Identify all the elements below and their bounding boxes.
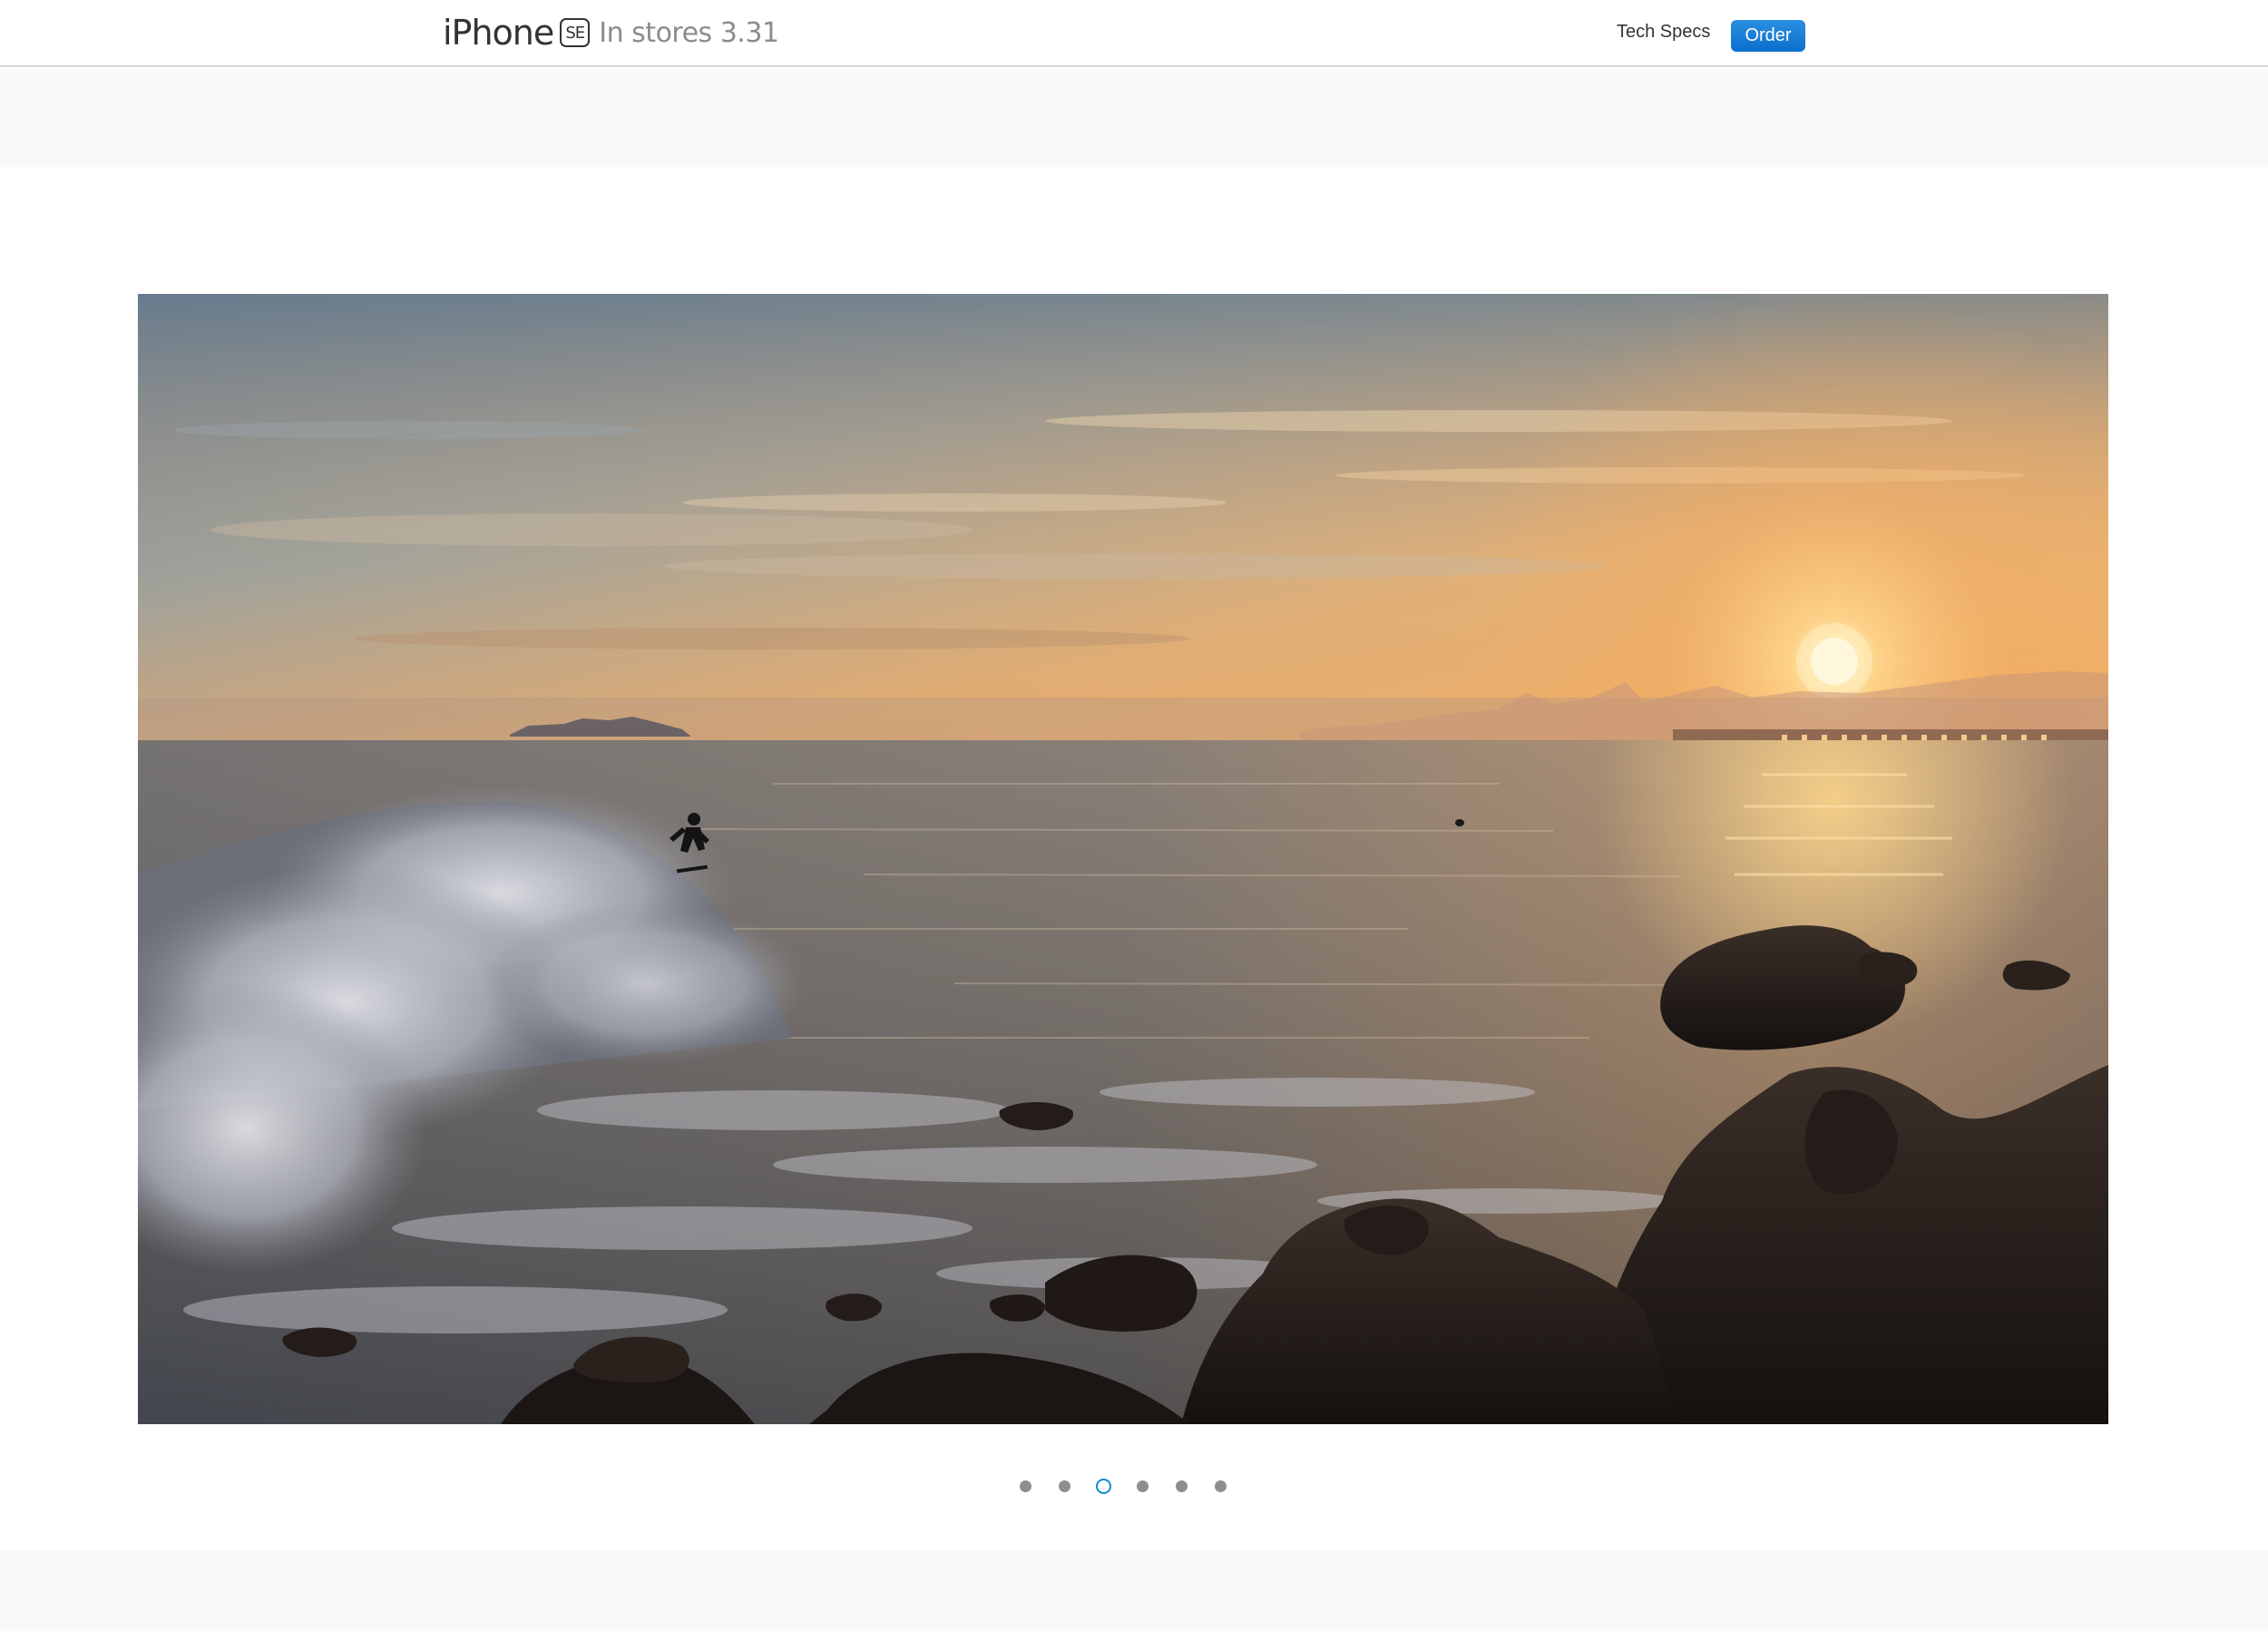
tech-specs-link[interactable]: Tech Specs [1617,22,1710,43]
pager-dot-2[interactable] [1059,1480,1070,1492]
gallery-photo [138,294,2108,1424]
order-button[interactable]: Order [1731,20,1805,52]
pager-dot-1[interactable] [1020,1480,1031,1492]
product-nav: iPhone SE In stores 3.31 Tech Specs Orde… [0,0,2268,67]
pager-dot-3[interactable] [1096,1479,1111,1494]
pager-dot-6[interactable] [1215,1480,1227,1492]
bottom-gray-band [0,1549,2268,1631]
pager-dot-4[interactable] [1137,1480,1149,1492]
product-name: iPhone [443,13,554,53]
gallery-pager [1013,1477,1240,1497]
release-tagline: In stores 3.31 [599,16,779,49]
pager-dot-5[interactable] [1176,1480,1188,1492]
product-brand-link[interactable]: iPhone SE In stores 3.31 [443,9,779,56]
top-gray-band [0,69,2268,167]
se-badge: SE [560,18,591,47]
